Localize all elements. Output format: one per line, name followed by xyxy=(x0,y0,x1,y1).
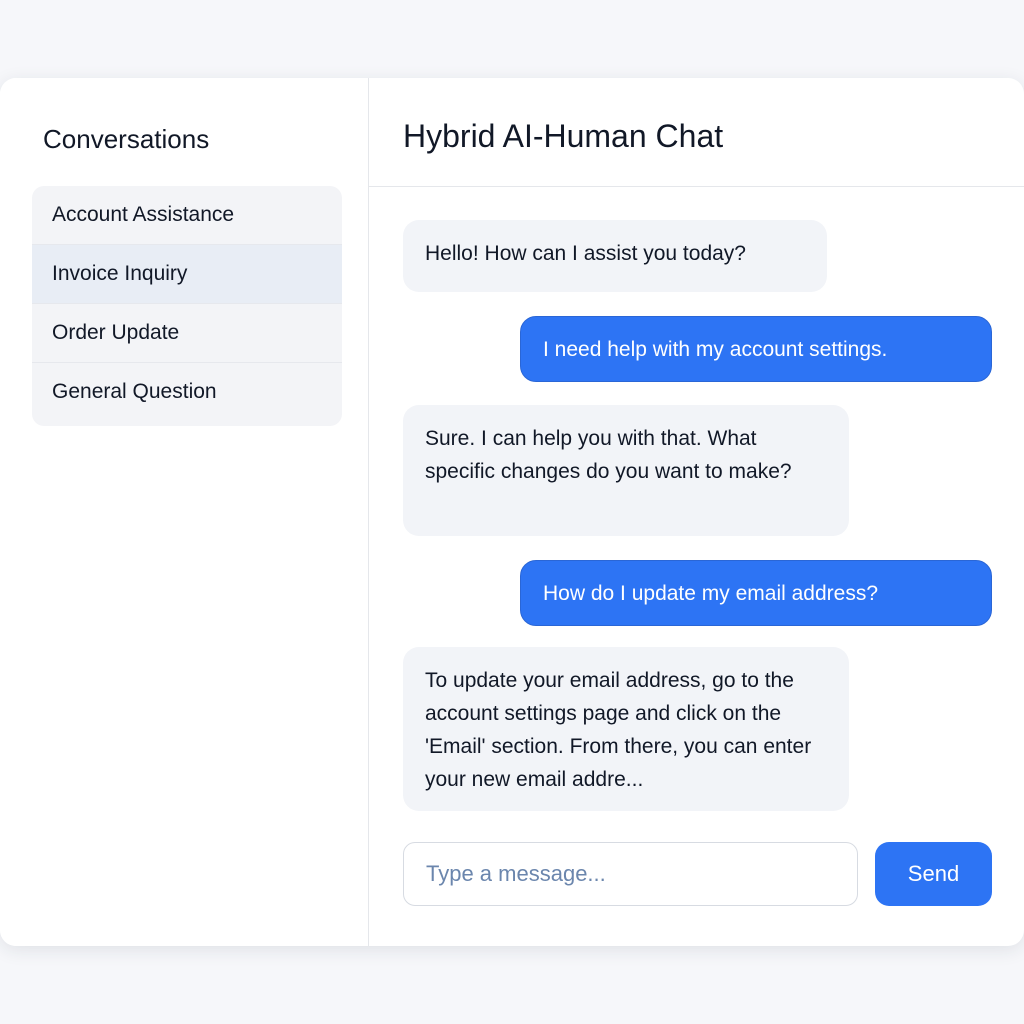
user-message: How do I update my email address? xyxy=(520,560,992,626)
message-input[interactable] xyxy=(403,842,858,906)
user-message: I need help with my account settings. xyxy=(520,316,992,382)
conversation-item-account-assistance[interactable]: Account Assistance xyxy=(32,186,342,245)
chat-title: Hybrid AI-Human Chat xyxy=(403,118,724,154)
conversation-list: Account Assistance Invoice Inquiry Order… xyxy=(32,186,342,426)
conversation-item-invoice-inquiry[interactable]: Invoice Inquiry xyxy=(32,245,342,304)
sidebar-title: Conversations xyxy=(43,124,210,154)
conversation-item-order-update[interactable]: Order Update xyxy=(32,304,342,363)
bot-message: Sure. I can help you with that. What spe… xyxy=(403,405,849,536)
conversation-item-general-question[interactable]: General Question xyxy=(32,363,342,421)
message-list: Hello! How can I assist you today? I nee… xyxy=(369,187,1024,837)
bot-message: Hello! How can I assist you today? xyxy=(403,220,827,292)
chat-header: Hybrid AI-Human Chat xyxy=(369,78,1024,187)
send-button[interactable]: Send xyxy=(875,842,992,906)
sidebar: Conversations Account Assistance Invoice… xyxy=(0,78,369,946)
bot-message: To update your email address, go to the … xyxy=(403,647,849,811)
